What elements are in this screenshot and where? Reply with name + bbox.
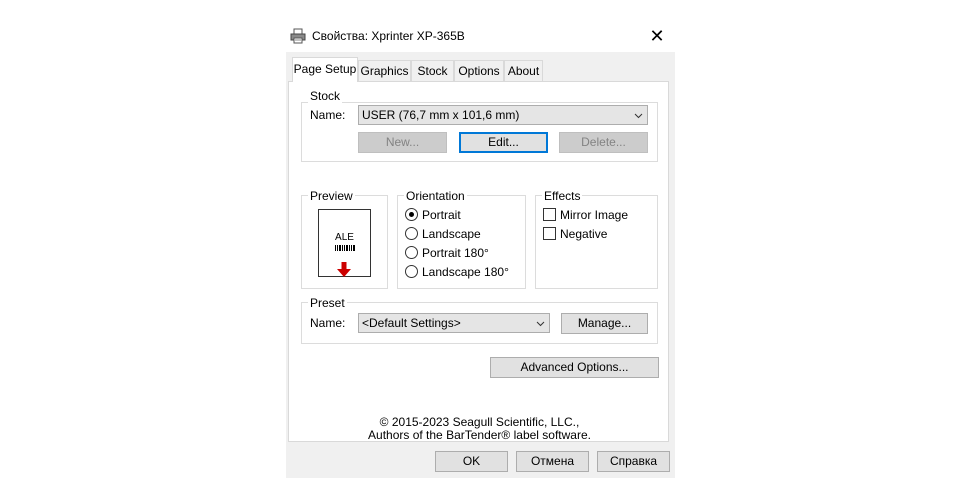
orientation-portrait-label: Portrait bbox=[422, 208, 461, 222]
edit-stock-button[interactable]: Edit... bbox=[459, 132, 548, 153]
orientation-landscape-label: Landscape bbox=[422, 227, 481, 241]
window-title: Свойства: Xprinter XP-365B bbox=[312, 29, 465, 43]
preset-name-dropdown[interactable]: <Default Settings> bbox=[358, 313, 550, 333]
radio-button[interactable] bbox=[405, 208, 418, 221]
chevron-down-icon bbox=[536, 321, 545, 327]
orientation-portrait-option[interactable]: Portrait bbox=[405, 207, 515, 223]
preview-sample-text: ALE bbox=[335, 232, 354, 243]
tab-stock[interactable]: Stock bbox=[411, 60, 454, 81]
tab-graphics[interactable]: Graphics bbox=[358, 60, 411, 81]
help-button[interactable]: Справка bbox=[597, 451, 670, 472]
stock-name-dropdown[interactable]: USER (76,7 mm x 101,6 mm) bbox=[358, 105, 648, 125]
chevron-down-icon bbox=[634, 113, 643, 119]
printer-icon bbox=[290, 28, 306, 44]
effects-legend: Effects bbox=[542, 189, 583, 203]
negative-option[interactable]: Negative bbox=[543, 226, 651, 242]
title-bar: Свойства: Xprinter XP-365B ✕ bbox=[286, 20, 675, 52]
preview-legend: Preview bbox=[308, 189, 355, 203]
radio-button[interactable] bbox=[405, 227, 418, 240]
orientation-landscape-180-option[interactable]: Landscape 180° bbox=[405, 264, 515, 280]
preset-name-label: Name: bbox=[310, 316, 346, 330]
orientation-landscape-180-label: Landscape 180° bbox=[422, 265, 509, 279]
delete-stock-button[interactable]: Delete... bbox=[559, 132, 648, 153]
close-icon[interactable]: ✕ bbox=[644, 24, 670, 48]
printer-properties-dialog: Свойства: Xprinter XP-365B ✕ Page Setup … bbox=[286, 20, 675, 478]
page-setup-panel: Stock Name: USER (76,7 mm x 101,6 mm) Ne… bbox=[288, 81, 669, 442]
stock-legend: Stock bbox=[308, 89, 343, 103]
tab-about[interactable]: About bbox=[504, 60, 543, 81]
checkbox[interactable] bbox=[543, 208, 556, 221]
manage-presets-button[interactable]: Manage... bbox=[561, 313, 648, 334]
ok-button[interactable]: OK bbox=[435, 451, 508, 472]
checkbox[interactable] bbox=[543, 227, 556, 240]
tab-page-setup[interactable]: Page Setup bbox=[292, 57, 358, 82]
advanced-options-button[interactable]: Advanced Options... bbox=[490, 357, 659, 378]
mirror-image-label: Mirror Image bbox=[560, 208, 629, 222]
tab-options[interactable]: Options bbox=[454, 60, 504, 81]
orientation-landscape-option[interactable]: Landscape bbox=[405, 226, 515, 242]
feed-direction-arrow-icon bbox=[337, 262, 351, 277]
mirror-image-option[interactable]: Mirror Image bbox=[543, 207, 651, 223]
negative-label: Negative bbox=[560, 227, 608, 241]
radio-button[interactable] bbox=[405, 265, 418, 278]
cancel-button[interactable]: Отмена bbox=[516, 451, 589, 472]
label-preview: ALE bbox=[318, 209, 371, 277]
stock-name-value: USER (76,7 mm x 101,6 mm) bbox=[362, 108, 520, 122]
preset-legend: Preset bbox=[308, 296, 347, 310]
authors-line: Authors of the BarTender® label software… bbox=[368, 428, 591, 442]
radio-button[interactable] bbox=[405, 246, 418, 259]
barcode-icon bbox=[335, 245, 355, 251]
new-stock-button[interactable]: New... bbox=[358, 132, 447, 153]
orientation-portrait-180-option[interactable]: Portrait 180° bbox=[405, 245, 515, 261]
preset-name-value: <Default Settings> bbox=[362, 316, 461, 330]
orientation-legend: Orientation bbox=[404, 189, 467, 203]
stock-name-label: Name: bbox=[310, 108, 346, 122]
orientation-portrait-180-label: Portrait 180° bbox=[422, 246, 489, 260]
